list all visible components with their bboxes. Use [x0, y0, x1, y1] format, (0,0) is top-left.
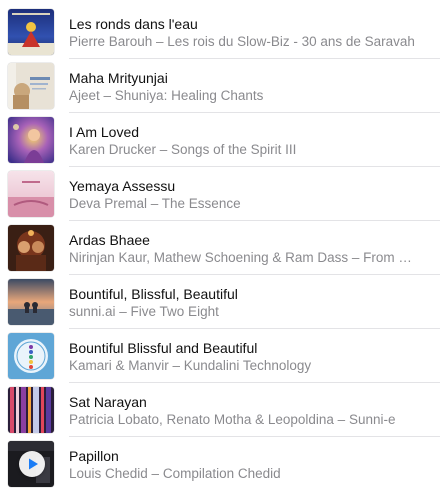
track-row[interactable]: Maha Mrityunjai Ajeet – Shuniya: Healing… [0, 59, 440, 113]
album-cover-five-two-eight [8, 279, 54, 325]
album-cover-from-within [8, 225, 54, 271]
play-button[interactable] [19, 451, 45, 477]
album-cover-kundalini-technology [8, 333, 54, 379]
track-subtitle: sunni.ai – Five Two Eight [69, 304, 219, 319]
track-row[interactable]: Papillon Louis Chedid – Compilation Ched… [0, 437, 440, 491]
track-list: Les ronds dans l'eau Pierre Barouh – Les… [0, 0, 440, 487]
track-title: Maha Mrityunjai [69, 70, 168, 86]
track-row[interactable]: Sat Narayan Patricia Lobato, Renato Moth… [0, 383, 440, 437]
album-artwork[interactable] [8, 9, 54, 55]
album-artwork[interactable] [8, 441, 54, 487]
track-row[interactable]: Les ronds dans l'eau Pierre Barouh – Les… [0, 5, 440, 59]
album-artwork[interactable] [8, 117, 54, 163]
track-row[interactable]: Bountiful, Blissful, Beautiful sunni.ai … [0, 275, 440, 329]
track-row[interactable]: Bountiful Blissful and Beautiful Kamari … [0, 329, 440, 383]
track-title: Ardas Bhaee [69, 232, 150, 248]
album-artwork[interactable] [8, 387, 54, 433]
album-cover-les-rois-du-slow-biz [8, 9, 54, 55]
album-artwork[interactable] [8, 63, 54, 109]
track-title: I Am Loved [69, 124, 140, 140]
track-subtitle: Pierre Barouh – Les rois du Slow-Biz - 3… [69, 34, 415, 49]
album-artwork[interactable] [8, 333, 54, 379]
track-subtitle: Karen Drucker – Songs of the Spirit III [69, 142, 297, 157]
album-cover-the-essence [8, 171, 54, 217]
track-title: Bountiful, Blissful, Beautiful [69, 286, 238, 302]
album-cover-shuniya [8, 63, 54, 109]
track-row[interactable]: Ardas Bhaee Nirinjan Kaur, Mathew Schoen… [0, 221, 440, 275]
play-icon [29, 458, 38, 470]
track-title: Sat Narayan [69, 394, 147, 410]
album-artwork[interactable] [8, 171, 54, 217]
track-subtitle: Kamari & Manvir – Kundalini Technology [69, 358, 312, 373]
album-artwork[interactable] [8, 225, 54, 271]
track-subtitle: Louis Chedid – Compilation Chedid [69, 466, 281, 481]
track-subtitle: Deva Premal – The Essence [69, 196, 241, 211]
track-subtitle: Patricia Lobato, Renato Motha & Leopoldi… [69, 412, 396, 427]
album-cover-sunni-e [8, 387, 54, 433]
track-title: Bountiful Blissful and Beautiful [69, 340, 258, 356]
album-artwork[interactable] [8, 279, 54, 325]
track-title: Papillon [69, 448, 119, 464]
track-subtitle: Ajeet – Shuniya: Healing Chants [69, 88, 264, 103]
track-title: Les ronds dans l'eau [69, 16, 198, 32]
album-cover-songs-of-the-spirit [8, 117, 54, 163]
track-row[interactable]: Yemaya Assessu Deva Premal – The Essence [0, 167, 440, 221]
track-subtitle: Nirinjan Kaur, Mathew Schoening & Ram Da… [69, 250, 416, 265]
track-row[interactable]: I Am Loved Karen Drucker – Songs of the … [0, 113, 440, 167]
track-title: Yemaya Assessu [69, 178, 176, 194]
